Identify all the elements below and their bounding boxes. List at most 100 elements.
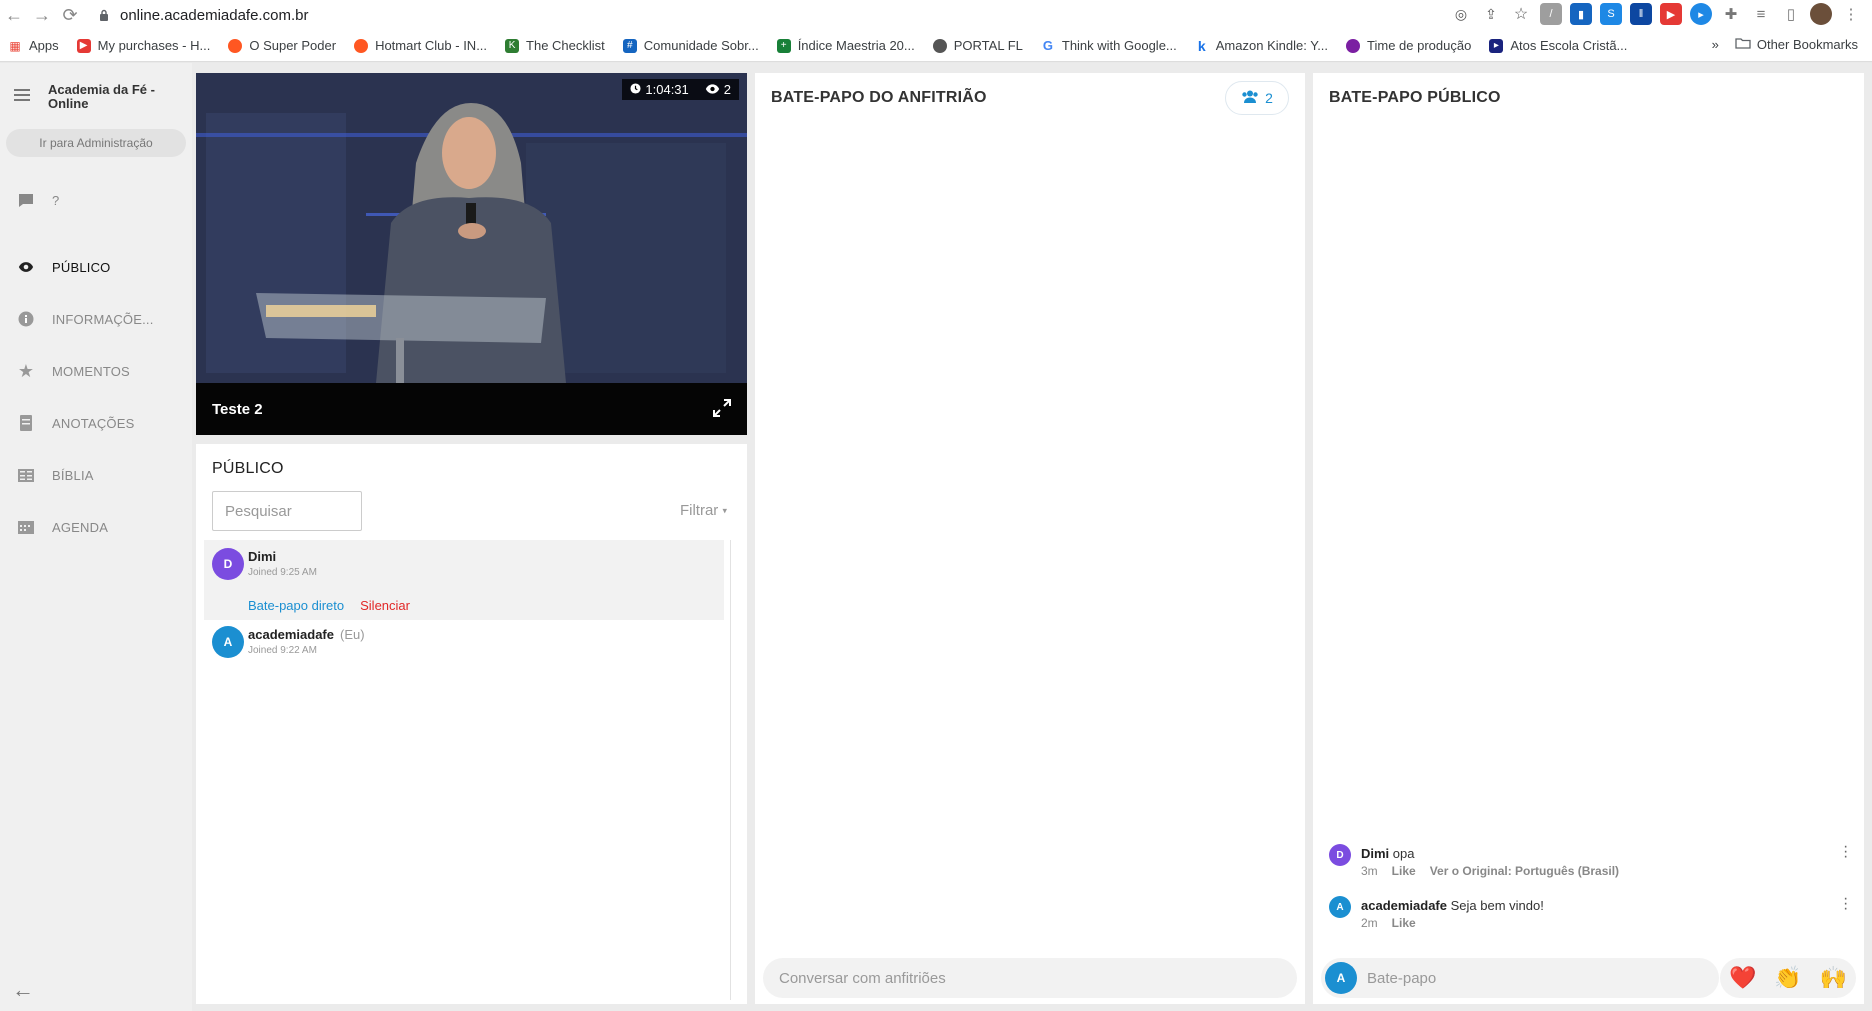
- message-meta: 3m Like Ver o Original: Português (Brasi…: [1361, 864, 1619, 878]
- bookmark-label: Índice Maestria 20...: [797, 38, 915, 53]
- sidebar-item-info[interactable]: INFORMAÇÕE...: [18, 311, 154, 327]
- bookmark-item[interactable]: ▸ Atos Escola Cristã...: [1489, 38, 1627, 53]
- calendar-icon: [18, 519, 34, 535]
- share-icon[interactable]: ⇪: [1480, 3, 1502, 25]
- more-bookmarks-button[interactable]: »: [1712, 37, 1719, 52]
- reload-button[interactable]: ⟳: [56, 1, 84, 29]
- message-text: Seja bem vindo!: [1447, 898, 1544, 913]
- avatar: A: [1329, 896, 1351, 918]
- like-button[interactable]: Like: [1392, 916, 1416, 930]
- video-title-bar: Teste 2: [196, 383, 747, 435]
- users-icon: [1241, 90, 1259, 106]
- bookmark-item[interactable]: ▶ My purchases - H...: [76, 38, 211, 53]
- video-duration: 1:04:31: [645, 82, 689, 97]
- eye-icon: [705, 82, 720, 97]
- checklist-icon: K: [505, 38, 520, 53]
- back-button[interactable]: ←: [0, 1, 28, 29]
- bookmarks-bar: ▦ Apps ▶ My purchases - H... O Super Pode…: [0, 30, 1872, 62]
- forward-button[interactable]: →: [28, 1, 56, 29]
- hamburger-icon[interactable]: [14, 89, 30, 104]
- sidebar-item-public[interactable]: PÚBLICO: [18, 259, 110, 275]
- sidepanel-icon[interactable]: ▯: [1780, 3, 1802, 25]
- extension-bars-icon[interactable]: ‖: [1630, 3, 1652, 25]
- filter-label: Filtrar: [679, 502, 719, 519]
- see-original-button[interactable]: Ver o Original: Português (Brasil): [1430, 864, 1619, 878]
- host-chat-input[interactable]: Conversar com anfitriões: [763, 958, 1297, 998]
- message-menu-icon[interactable]: · · ·: [1843, 839, 1849, 865]
- youtube-extension-icon[interactable]: ▶: [1660, 3, 1682, 25]
- host-count-button[interactable]: 2: [1225, 81, 1289, 115]
- sidebar-item-label: INFORMAÇÕE...: [52, 311, 154, 327]
- other-bookmarks-button[interactable]: Other Bookmarks: [1757, 37, 1858, 52]
- person-joined: Joined 9:25 AM: [248, 567, 317, 578]
- person-name-row: academiadafe (Eu): [248, 627, 365, 642]
- bookmark-label: My purchases - H...: [97, 38, 211, 53]
- bookmark-apps[interactable]: ▦ Apps: [8, 38, 59, 53]
- raised-hands-reaction-icon[interactable]: 🙌: [1820, 965, 1847, 991]
- profile-avatar[interactable]: [1810, 3, 1832, 25]
- puzzle-icon[interactable]: ✚: [1720, 3, 1742, 25]
- extension-s-icon[interactable]: S: [1600, 3, 1622, 25]
- reading-list-icon[interactable]: ≡: [1750, 3, 1772, 25]
- bookmark-item[interactable]: G Think with Google...: [1041, 38, 1177, 53]
- expand-icon[interactable]: [713, 399, 731, 422]
- list-item[interactable]: D Dimi Joined 9:25 AM Bate-papo direto S…: [204, 540, 724, 620]
- sidebar-item-questions[interactable]: ?: [18, 192, 59, 208]
- bookmark-item[interactable]: Hotmart Club - IN...: [354, 38, 487, 53]
- like-button[interactable]: Like: [1392, 864, 1416, 878]
- sidebar-item-moments[interactable]: ★ MOMENTOS: [18, 361, 130, 381]
- message-author: academiadafe: [1361, 898, 1447, 913]
- sidebar-item-label: PÚBLICO: [52, 259, 111, 275]
- sidebar-item-notes[interactable]: ANOTAÇÕES: [18, 415, 134, 431]
- heart-reaction-icon[interactable]: ❤️: [1729, 965, 1756, 991]
- bookmark-item[interactable]: + Índice Maestria 20...: [776, 38, 915, 53]
- bookmark-label: The Checklist: [526, 38, 605, 53]
- app-root: Academia da Fé - Online Ir para Administ…: [0, 63, 1872, 1011]
- bookmark-item[interactable]: # Comunidade Sobr...: [622, 38, 759, 53]
- message-menu-icon[interactable]: · · ·: [1843, 891, 1849, 917]
- bookmark-label: Apps: [29, 38, 59, 53]
- video-frame[interactable]: 1:04:31 2: [196, 73, 747, 383]
- avatar: D: [212, 548, 244, 580]
- google-icon: G: [1042, 38, 1053, 53]
- scrollbar[interactable]: [730, 540, 731, 1000]
- bookmark-item[interactable]: Time de produção: [1346, 38, 1471, 53]
- search-input[interactable]: [212, 491, 362, 531]
- person-joined: Joined 9:22 AM: [248, 645, 317, 656]
- public-chat-placeholder: Bate-papo: [1367, 969, 1437, 987]
- public-heading: PÚBLICO: [212, 460, 284, 477]
- bookmark-item[interactable]: PORTAL FL: [932, 38, 1023, 53]
- bookmark-item[interactable]: K The Checklist: [505, 38, 605, 53]
- list-item[interactable]: A academiadafe (Eu) Joined 9:22 AM: [204, 620, 724, 660]
- video-player[interactable]: 1:04:31 2 Teste 2: [196, 73, 747, 435]
- browser-toolbar: ← → ⟳ online.academiadafe.com.br ◎ ⇪ ☆ /…: [0, 0, 1872, 30]
- avatar: D: [1329, 844, 1351, 866]
- public-chat-input[interactable]: A Bate-papo: [1321, 958, 1719, 998]
- address-bar[interactable]: online.academiadafe.com.br: [94, 5, 308, 25]
- sidebar-item-bible[interactable]: BÍBLIA: [18, 467, 94, 483]
- sidebar-item-label: ?: [52, 192, 60, 208]
- admin-button[interactable]: Ir para Administração: [6, 129, 186, 157]
- kebab-menu-icon[interactable]: ⋮: [1840, 3, 1862, 25]
- clap-reaction-icon[interactable]: 👏: [1774, 965, 1801, 991]
- star-bookmark-icon[interactable]: ☆: [1510, 3, 1532, 25]
- collapse-sidebar-icon[interactable]: ←: [12, 977, 34, 1003]
- player-extension-icon[interactable]: ▸: [1690, 3, 1712, 25]
- public-chat-panel: BATE-PAPO PÚBLICO D Dimi opa 3m Like Ver…: [1313, 73, 1864, 1004]
- school-icon: ▸: [1489, 38, 1504, 53]
- sidebar-item-agenda[interactable]: AGENDA: [18, 519, 108, 535]
- message-line: academiadafe Seja bem vindo!: [1361, 898, 1544, 913]
- folder-icon: [1735, 37, 1751, 52]
- direct-chat-button[interactable]: Bate-papo direto: [248, 598, 344, 613]
- bookmark-item[interactable]: k Amazon Kindle: Y...: [1195, 38, 1328, 54]
- extension-code-icon[interactable]: /: [1540, 3, 1562, 25]
- hide-icon[interactable]: ◎: [1450, 3, 1472, 25]
- extension-icon[interactable]: ▮: [1570, 3, 1592, 25]
- flame-icon: [354, 38, 369, 53]
- bookmark-item[interactable]: O Super Poder: [228, 38, 336, 53]
- mute-button[interactable]: Silenciar: [360, 598, 410, 613]
- filter-dropdown[interactable]: Filtrar ▾: [680, 502, 727, 519]
- apps-grid-icon: ▦: [9, 38, 21, 53]
- sidebar-item-label: MOMENTOS: [52, 363, 130, 379]
- public-panel: PÚBLICO Filtrar ▾ D Dimi Joined 9:25 AM …: [196, 444, 747, 1004]
